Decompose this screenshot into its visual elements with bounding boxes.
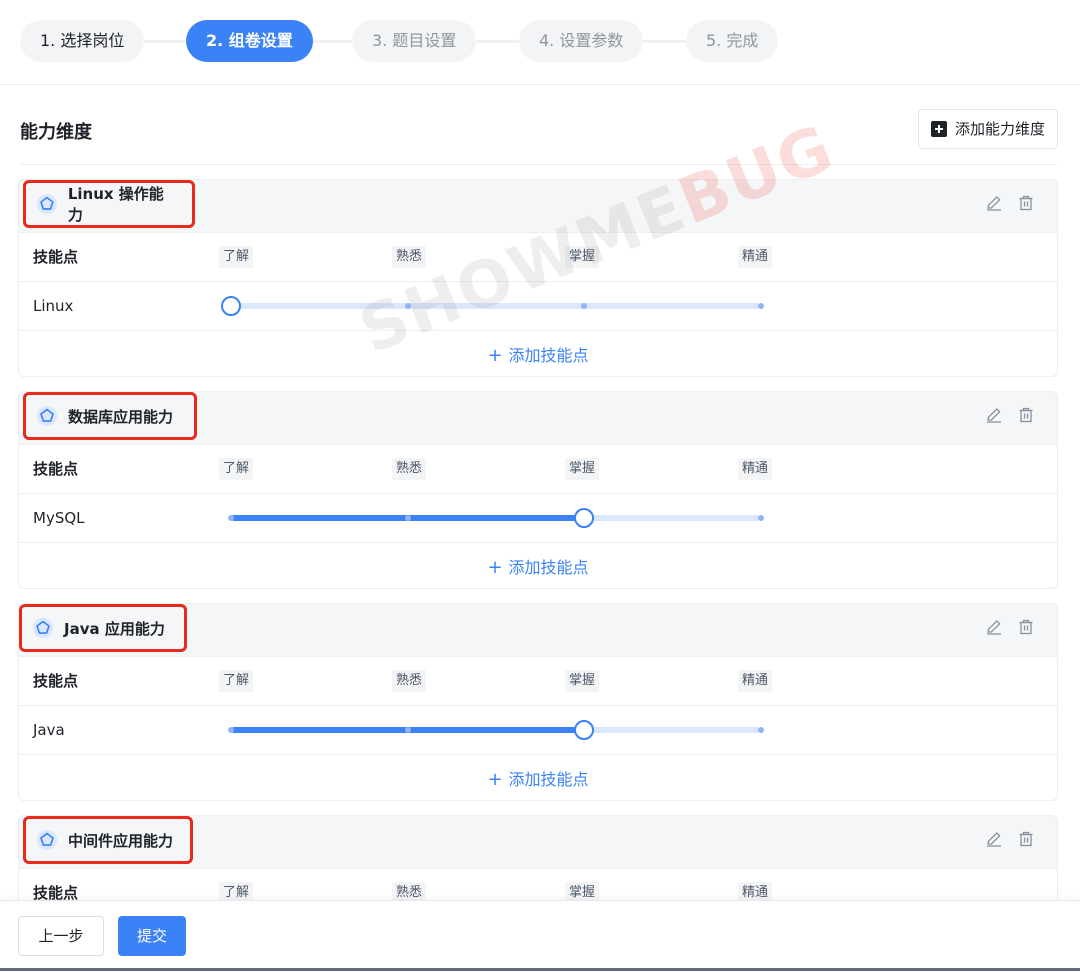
card-title: Linux 操作能力 <box>67 185 164 224</box>
card-actions <box>985 194 1035 212</box>
card-header: Linux 操作能力 <box>19 180 1057 233</box>
dimension-card: Linux 操作能力 技能点 了解 熟悉 掌握 精通 Linux + 添加技能点 <box>18 179 1058 377</box>
level-tag: 掌握 <box>565 246 600 268</box>
slider-tick <box>758 727 764 733</box>
card-title: Java 应用能力 <box>64 619 165 638</box>
plus-icon: + <box>487 769 503 790</box>
table-header-row: 技能点 了解 熟悉 掌握 精通 <box>19 657 1057 706</box>
card-actions <box>985 618 1035 636</box>
previous-step-button[interactable]: 上一步 <box>18 916 104 956</box>
slider-tick <box>404 727 411 733</box>
card-title-highlight: 数据库应用能力 <box>23 392 197 440</box>
trash-icon[interactable] <box>1017 618 1035 636</box>
level-tag: 精通 <box>738 670 773 692</box>
steps-bar: 1. 选择岗位 2. 组卷设置 3. 题目设置 4. 设置参数 5. 完成 <box>20 20 780 62</box>
trash-icon[interactable] <box>1017 830 1035 848</box>
skill-row: Java <box>19 706 1057 755</box>
skill-row: MySQL <box>19 494 1057 543</box>
plus-icon: + <box>487 557 503 578</box>
section-title: 能力维度 <box>20 122 92 143</box>
slider-tick <box>404 303 411 309</box>
level-tag: 了解 <box>219 458 254 480</box>
slider-thumb[interactable] <box>574 720 595 740</box>
card-title: 数据库应用能力 <box>68 407 174 426</box>
add-skill-label: 添加技能点 <box>508 346 589 365</box>
trash-icon[interactable] <box>1017 194 1035 212</box>
pentagon-icon <box>36 405 58 427</box>
card-actions <box>985 406 1035 424</box>
plus-square-icon <box>930 121 947 137</box>
steps-divider <box>0 84 1080 85</box>
skill-level-slider[interactable] <box>228 706 764 754</box>
plus-icon: + <box>487 345 503 366</box>
level-tag: 精通 <box>738 458 773 480</box>
step-1[interactable]: 1. 选择岗位 <box>20 20 145 62</box>
level-tag: 掌握 <box>565 670 600 692</box>
slider-tick <box>404 515 411 521</box>
slider-tick <box>758 303 764 309</box>
table-header-row: 技能点 了解 熟悉 掌握 精通 <box>19 445 1057 494</box>
level-tag: 精通 <box>738 246 773 268</box>
skill-name: MySQL <box>33 509 85 527</box>
slider-thumb[interactable] <box>221 296 241 316</box>
level-tag: 熟悉 <box>392 458 427 480</box>
level-tag: 掌握 <box>565 458 600 480</box>
step-2[interactable]: 2. 组卷设置 <box>186 20 313 62</box>
pentagon-icon <box>32 617 54 639</box>
step-3[interactable]: 3. 题目设置 <box>352 20 477 62</box>
card-header: 数据库应用能力 <box>19 392 1057 445</box>
skill-row: Linux <box>19 282 1057 331</box>
pencil-icon[interactable] <box>985 830 1003 848</box>
level-tag: 熟悉 <box>392 246 427 268</box>
add-skill-button[interactable]: + 添加技能点 <box>19 331 1057 376</box>
card-title-highlight: 中间件应用能力 <box>23 816 193 864</box>
card-header: 中间件应用能力 <box>19 816 1057 869</box>
add-skill-label: 添加技能点 <box>508 558 589 577</box>
level-tag: 了解 <box>219 246 254 268</box>
pencil-icon[interactable] <box>985 618 1003 636</box>
pencil-icon[interactable] <box>985 194 1003 212</box>
add-skill-label: 添加技能点 <box>508 770 589 789</box>
slider-track <box>231 303 761 309</box>
slider-tick <box>228 515 234 521</box>
table-header-row: 技能点 了解 熟悉 掌握 精通 <box>19 233 1057 282</box>
pentagon-icon <box>36 193 57 215</box>
skill-name: Java <box>33 721 65 739</box>
skill-column-header: 技能点 <box>33 672 79 690</box>
submit-button[interactable]: 提交 <box>118 916 186 956</box>
add-skill-button[interactable]: + 添加技能点 <box>19 755 1057 800</box>
trash-icon[interactable] <box>1017 406 1035 424</box>
skill-name: Linux <box>33 297 74 315</box>
slider-tick <box>758 515 764 521</box>
skill-column-header: 技能点 <box>33 248 79 266</box>
dimension-card: 数据库应用能力 技能点 了解 熟悉 掌握 精通 MySQL + 添加技能点 <box>18 391 1058 589</box>
card-title: 中间件应用能力 <box>68 831 174 850</box>
card-title-highlight: Java 应用能力 <box>19 604 187 652</box>
add-dimension-button[interactable]: 添加能力维度 <box>917 109 1058 149</box>
slider-thumb[interactable] <box>574 508 595 528</box>
add-dimension-label: 添加能力维度 <box>954 120 1045 138</box>
step-4[interactable]: 4. 设置参数 <box>519 20 644 62</box>
skill-level-slider[interactable] <box>221 282 764 330</box>
footer-bar: 上一步 提交 <box>0 900 1080 972</box>
skill-column-header: 技能点 <box>33 460 79 478</box>
level-tag: 熟悉 <box>392 670 427 692</box>
level-tag: 了解 <box>219 670 254 692</box>
card-title-highlight: Linux 操作能力 <box>23 180 195 228</box>
slider-tick <box>228 727 234 733</box>
pencil-icon[interactable] <box>985 406 1003 424</box>
pentagon-icon <box>36 829 58 851</box>
section-divider <box>20 164 1058 165</box>
step-5[interactable]: 5. 完成 <box>686 20 779 62</box>
add-skill-button[interactable]: + 添加技能点 <box>19 543 1057 588</box>
dimension-card: Java 应用能力 技能点 了解 熟悉 掌握 精通 Java + 添加技能点 <box>18 603 1058 801</box>
skill-level-slider[interactable] <box>228 494 764 542</box>
card-header: Java 应用能力 <box>19 604 1057 657</box>
card-actions <box>985 830 1035 848</box>
